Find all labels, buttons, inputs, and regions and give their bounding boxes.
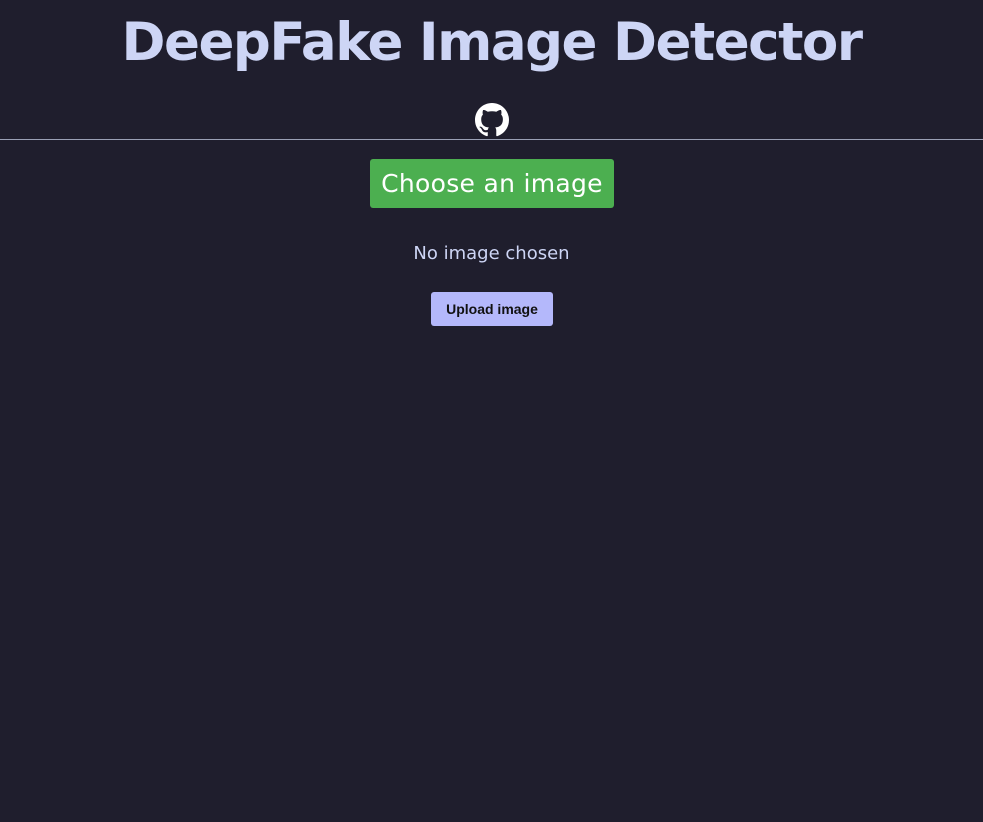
upload-image-button[interactable]: Upload image — [431, 292, 553, 326]
page-title: DeepFake Image Detector — [121, 12, 863, 73]
upload-section: Choose an image No image chosen Upload i… — [0, 140, 983, 821]
file-status-text: No image chosen — [413, 243, 570, 264]
choose-image-button[interactable]: Choose an image — [370, 159, 614, 208]
github-link[interactable] — [475, 103, 509, 137]
github-icon — [475, 103, 509, 137]
page-header: DeepFake Image Detector — [0, 0, 983, 140]
